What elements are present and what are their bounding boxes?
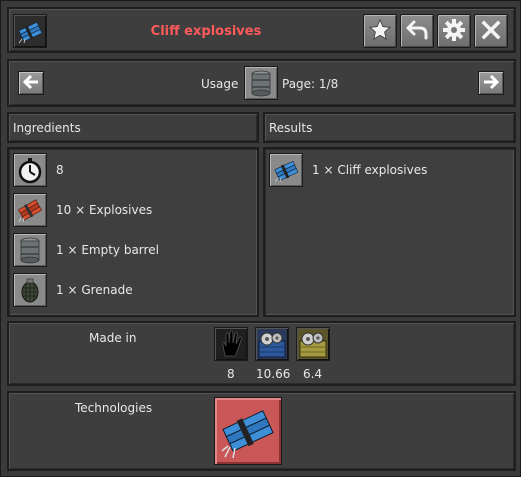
time-icon (13, 153, 47, 187)
result-cliff-explosives-text: 1 × Cliff explosives (312, 163, 428, 177)
settings-button[interactable] (437, 14, 471, 48)
recipe-browser-window: Cliff explosives Usage Page: 1/8 Ingredi… (0, 0, 521, 477)
arrow-right-icon (482, 74, 500, 93)
cliff-explosives-technology-icon[interactable] (214, 397, 282, 465)
explosives-icon[interactable] (13, 193, 47, 227)
grenade-icon[interactable] (13, 273, 47, 307)
back-button[interactable] (400, 14, 434, 48)
next-page-button[interactable] (478, 71, 504, 95)
assembling-machine-1-icon[interactable] (296, 327, 330, 361)
hand-icon[interactable] (214, 327, 248, 361)
ingredient-explosives-text: 10 × Explosives (56, 203, 153, 217)
close-button[interactable] (474, 14, 508, 48)
mode-label: Usage (201, 77, 239, 91)
empty-barrel-icon[interactable] (244, 66, 278, 100)
previous-page-button[interactable] (18, 71, 44, 95)
results-header-label: Results (269, 121, 313, 135)
star-icon (368, 18, 392, 45)
made-in-hand-value: 8 (227, 367, 235, 381)
made-in-assembler-2-value: 10.66 (256, 367, 291, 381)
ingredient-grenade-text: 1 × Grenade (56, 283, 133, 297)
cliff-explosives-icon (13, 14, 47, 48)
empty-barrel-icon[interactable] (13, 233, 47, 267)
close-icon (479, 18, 503, 45)
ingredient-time-text: 8 (56, 163, 64, 177)
assembling-machine-2-icon[interactable] (255, 327, 289, 361)
technologies-label: Technologies (75, 401, 153, 415)
arrow-left-icon (22, 74, 40, 93)
made-in-label: Made in (89, 331, 137, 345)
recipe-title: Cliff explosives (150, 24, 262, 39)
page-label: Page: 1/8 (282, 77, 339, 91)
ingredients-header-label: Ingredients (13, 121, 81, 135)
cliff-explosives-icon[interactable] (269, 153, 303, 187)
back-arrow-icon (405, 18, 429, 45)
favorite-button[interactable] (363, 14, 397, 48)
ingredient-barrel-text: 1 × Empty barrel (56, 243, 159, 257)
gear-icon (442, 18, 466, 45)
made-in-assembler-1-value: 6.4 (303, 367, 323, 381)
